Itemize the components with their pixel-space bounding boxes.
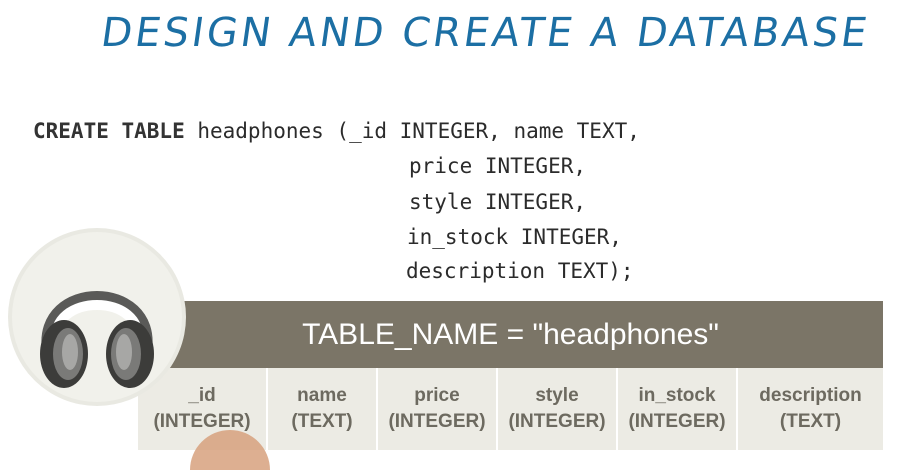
- column-name: name: [297, 385, 347, 406]
- column-type: (TEXT): [291, 411, 353, 432]
- column-style: style (INTEGER): [498, 368, 618, 450]
- code-line-4: in_stock INTEGER,: [407, 225, 622, 249]
- column-type: (INTEGER): [628, 411, 726, 432]
- column-name: price: [414, 385, 460, 406]
- code-line-5: description TEXT);: [406, 259, 634, 283]
- table-name-header: TABLE_NAME = "headphones": [138, 301, 883, 368]
- table-diagram: TABLE_NAME = "headphones" _id (INTEGER) …: [138, 301, 883, 450]
- code-line-3: style INTEGER,: [409, 190, 587, 214]
- column-name: in_stock: [638, 385, 716, 406]
- slide-title: DESIGN AND CREATE A DATABASE: [98, 10, 873, 56]
- code-keyword: CREATE TABLE: [33, 119, 185, 143]
- code-line-2: price INTEGER,: [409, 154, 587, 178]
- code-text: headphones (_id INTEGER, name TEXT,: [184, 119, 640, 143]
- column-name: style: [535, 385, 579, 406]
- column-type: (INTEGER): [388, 411, 486, 432]
- column-name-field: name (TEXT): [268, 368, 378, 450]
- headphones-icon: [40, 291, 154, 388]
- slide: DESIGN AND CREATE A DATABASE CREATE TABL…: [0, 0, 905, 470]
- column-name: description: [759, 385, 862, 406]
- column-name: _id: [188, 385, 216, 406]
- column-price: price (INTEGER): [378, 368, 498, 450]
- column-description: description (TEXT): [738, 368, 883, 450]
- column-in-stock: in_stock (INTEGER): [618, 368, 738, 450]
- code-line-1: CREATE TABLE headphones (_id INTEGER, na…: [33, 118, 640, 144]
- column-type: (INTEGER): [508, 411, 606, 432]
- column-type: (TEXT): [779, 411, 842, 432]
- headphones-badge: [12, 232, 182, 402]
